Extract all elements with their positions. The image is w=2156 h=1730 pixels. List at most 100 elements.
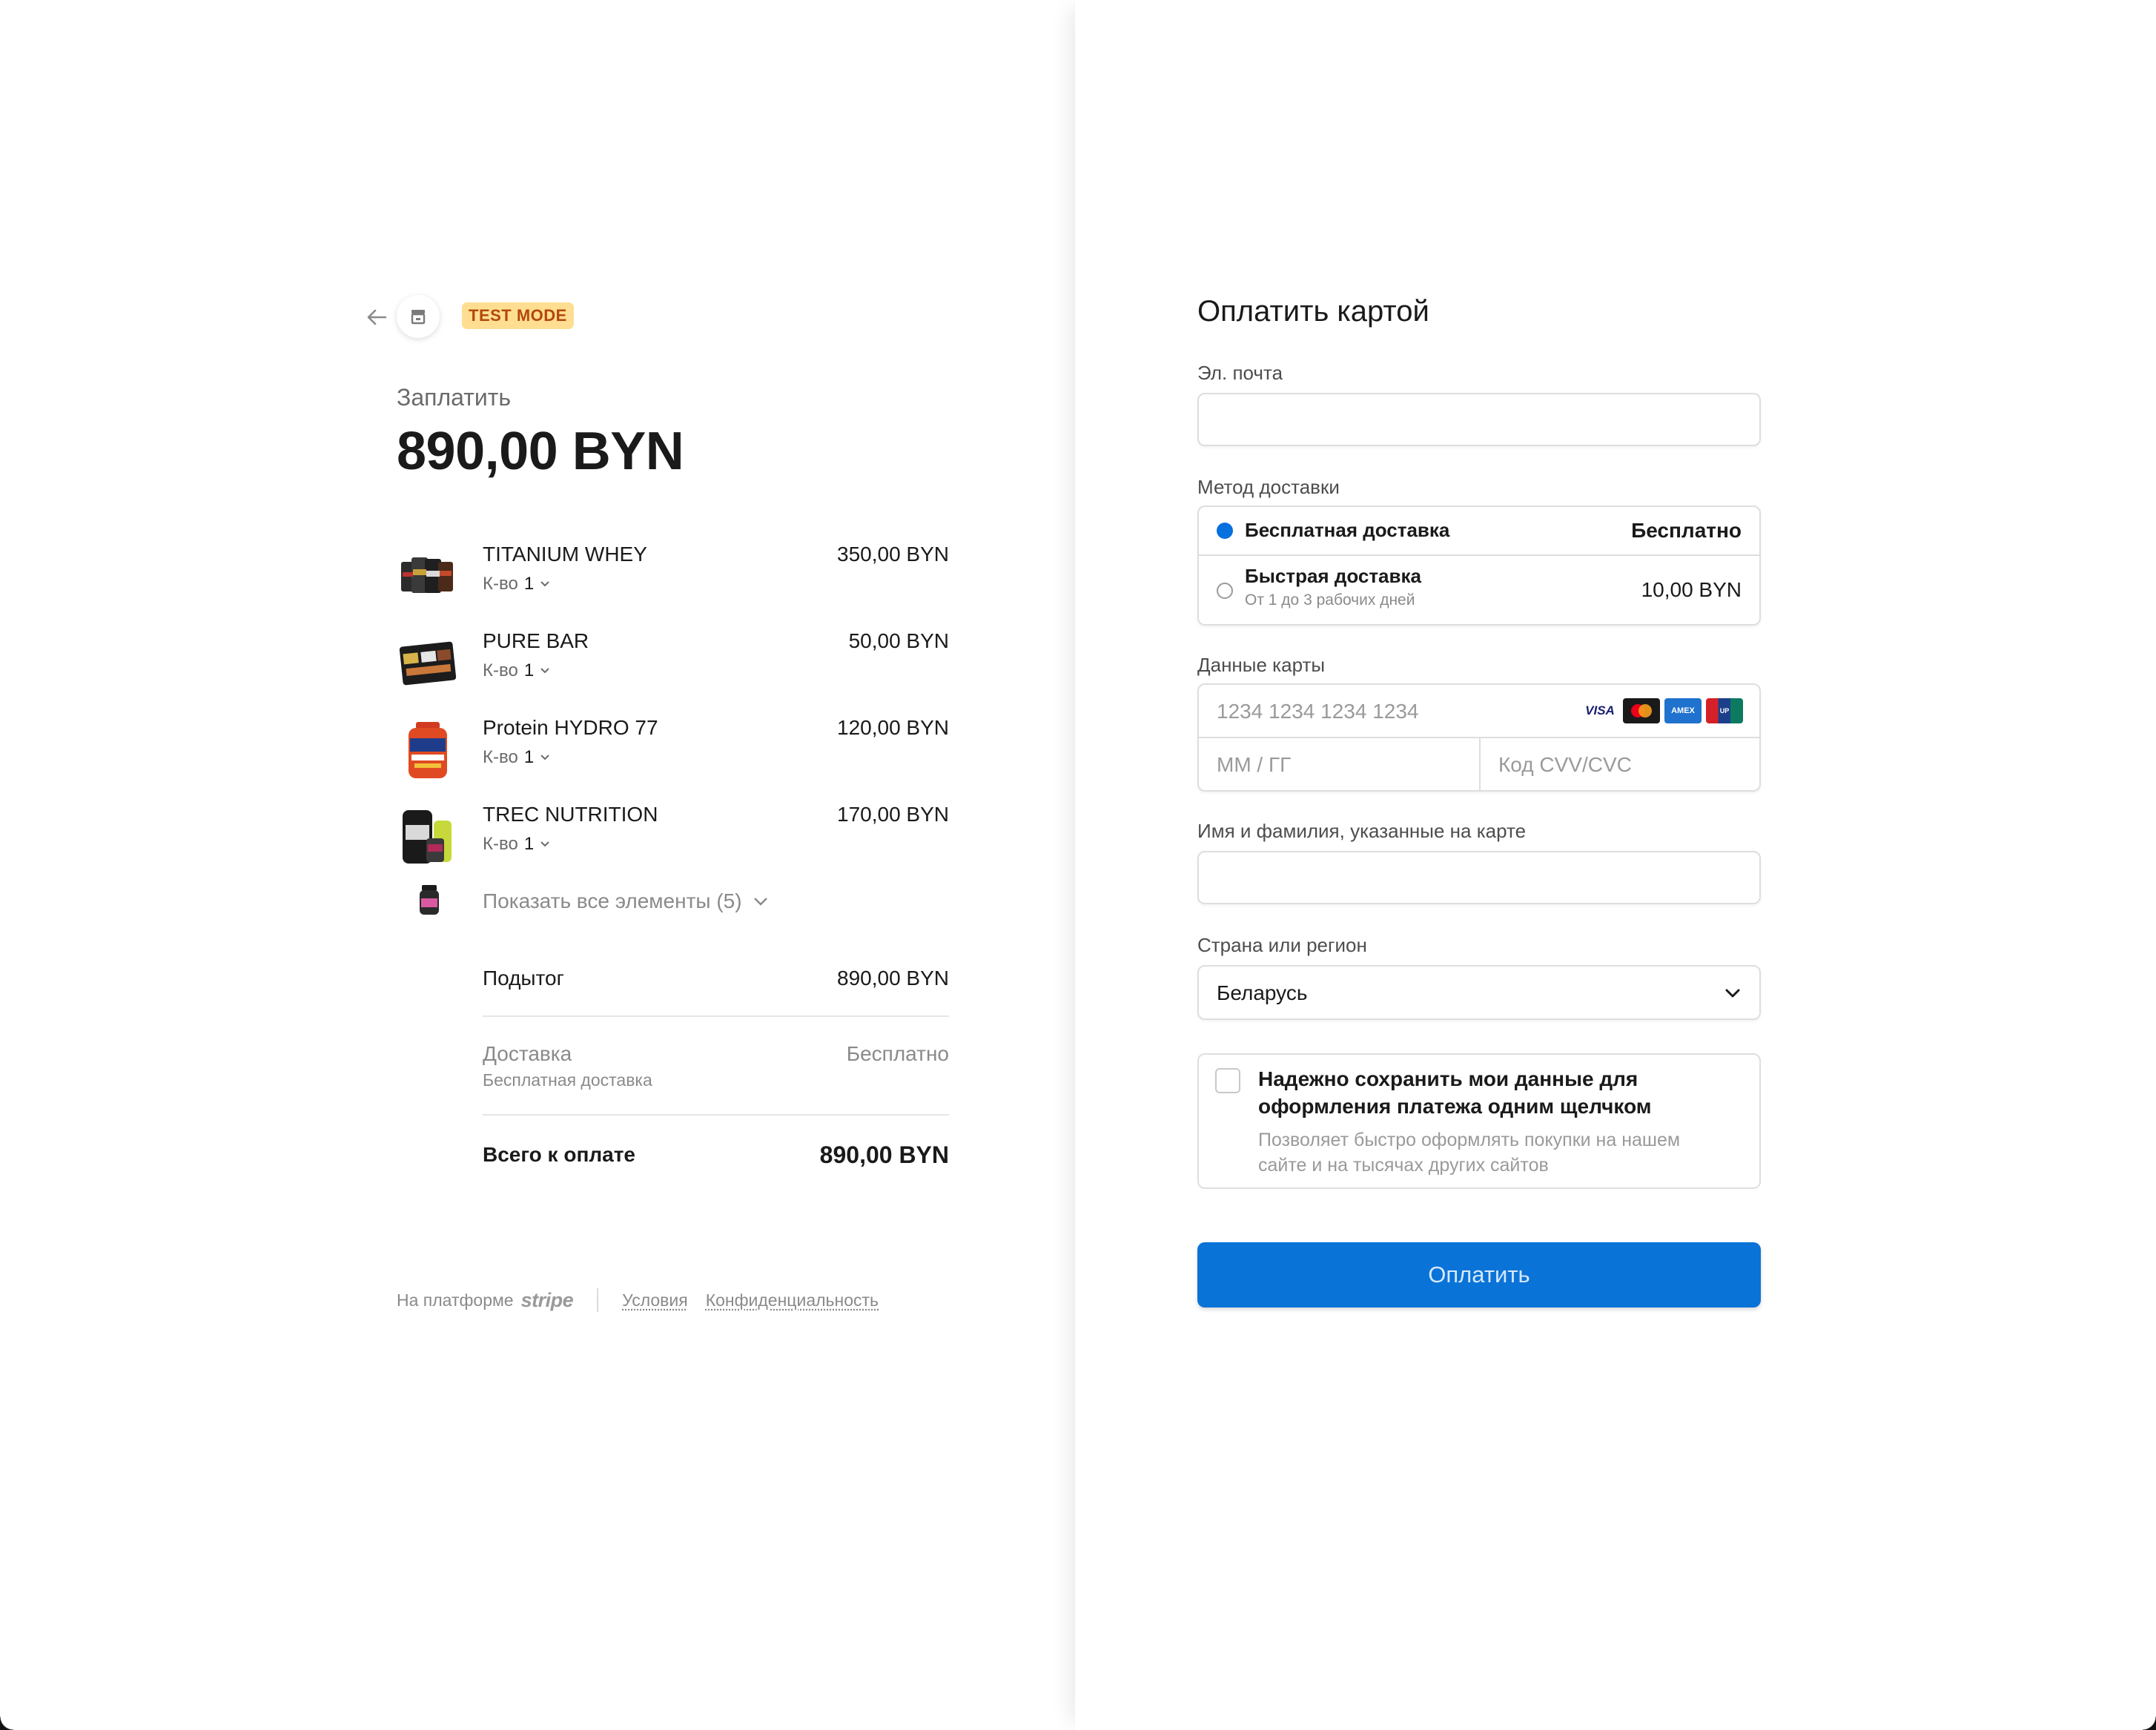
visa-icon: VISA bbox=[1581, 698, 1618, 723]
expiry-placeholder: ММ / ГГ bbox=[1217, 753, 1292, 776]
footer-separator bbox=[597, 1288, 599, 1312]
shipping-option-express[interactable]: Быстрая доставка От 1 до 3 рабочих дней … bbox=[1199, 556, 1759, 624]
window-corner bbox=[0, 1717, 13, 1730]
shipping-option-title: Бесплатная доставка bbox=[1245, 519, 1450, 541]
card-details-group: 1234 1234 1234 1234 VISA AMEX UP ММ / ГГ… bbox=[1197, 683, 1761, 792]
unionpay-icon: UP bbox=[1706, 698, 1743, 723]
divider bbox=[483, 1114, 949, 1116]
item-name: TREC NUTRITION bbox=[483, 803, 658, 826]
quantity-selector[interactable]: К-во 1 bbox=[483, 747, 550, 768]
qty-label: К-во bbox=[483, 660, 518, 680]
privacy-link[interactable]: Конфиденциальность bbox=[706, 1290, 879, 1310]
pay-label: Заплатить bbox=[397, 384, 512, 411]
card-brands: VISA AMEX UP bbox=[1581, 698, 1743, 723]
chevron-down-icon bbox=[540, 841, 549, 847]
card-number-field[interactable]: 1234 1234 1234 1234 VISA AMEX UP bbox=[1199, 685, 1759, 738]
back-button[interactable] bbox=[362, 302, 391, 332]
total-value: 890,00 BYN bbox=[819, 1141, 949, 1168]
qty-label: К-во bbox=[483, 574, 518, 594]
show-all-button[interactable]: Показать все элементы (5) bbox=[483, 889, 769, 913]
pay-amount: 890,00 BYN bbox=[397, 422, 684, 481]
item-name: TITANIUM WHEY bbox=[483, 543, 647, 566]
chevron-down-icon bbox=[540, 581, 549, 587]
country-value: Беларусь bbox=[1217, 981, 1308, 1004]
qty-value: 1 bbox=[523, 574, 535, 594]
item-price: 120,00 BYN bbox=[837, 716, 949, 739]
save-info-box: Надежно сохранить мои данные для оформле… bbox=[1197, 1053, 1761, 1189]
product-image-titanium-whey bbox=[401, 557, 453, 593]
cvc-placeholder: Код CVV/CVC bbox=[1498, 753, 1632, 776]
chevron-down-icon bbox=[540, 668, 549, 674]
cardholder-name-label: Имя и фамилия, указанные на карте bbox=[1197, 820, 1527, 842]
subtotal-value: 890,00 BYN bbox=[837, 967, 949, 990]
footer: На платформе stripe Условия Конфиденциал… bbox=[397, 1288, 896, 1312]
save-info-checkbox[interactable] bbox=[1215, 1068, 1240, 1093]
show-all-items: Показать все элементы (5) bbox=[397, 882, 949, 919]
shipping-option-price: Бесплатно bbox=[1631, 519, 1742, 542]
shipping-method-label: Метод доставки bbox=[1197, 476, 1340, 498]
stripe-logo[interactable]: stripe bbox=[521, 1289, 574, 1312]
shipping-option-title: Быстрая доставка bbox=[1245, 565, 1421, 587]
card-expiry-field[interactable]: ММ / ГГ bbox=[1199, 738, 1481, 790]
email-field[interactable] bbox=[1197, 393, 1761, 446]
powered-by-label: На платформе bbox=[397, 1290, 514, 1310]
radio-selected[interactable] bbox=[1217, 523, 1233, 539]
total-label: Всего к оплате bbox=[483, 1143, 635, 1166]
show-all-label: Показать все элементы (5) bbox=[483, 889, 742, 912]
shipping-method-group: Бесплатная доставка Бесплатно Быстрая до… bbox=[1197, 506, 1761, 626]
test-mode-badge: TEST MODE bbox=[462, 302, 574, 329]
window-corner bbox=[2143, 1717, 2156, 1730]
shipping-method-name: Бесплатная доставка bbox=[483, 1070, 652, 1090]
qty-value: 1 bbox=[523, 747, 535, 767]
quantity-selector[interactable]: К-во 1 bbox=[483, 834, 550, 855]
shipping-option-price: 10,00 BYN bbox=[1641, 578, 1742, 601]
qty-label: К-во bbox=[483, 747, 518, 767]
list-item: Protein HYDRO 77 120,00 BYN К-во 1 bbox=[397, 716, 949, 790]
item-name: PURE BAR bbox=[483, 629, 589, 652]
shipping-option-free[interactable]: Бесплатная доставка Бесплатно bbox=[1199, 507, 1759, 556]
list-item: TITANIUM WHEY 350,00 BYN К-во 1 bbox=[397, 543, 949, 617]
product-image-jar bbox=[420, 885, 439, 915]
item-name: Protein HYDRO 77 bbox=[483, 716, 658, 739]
quantity-selector[interactable]: К-во 1 bbox=[483, 574, 550, 594]
mastercard-icon bbox=[1623, 698, 1660, 723]
card-cvc-field[interactable]: Код CVV/CVC bbox=[1481, 738, 1759, 790]
product-image-pure-bar bbox=[399, 641, 457, 686]
order-summary-pane: TEST MODE Заплатить 890,00 BYN TITANIUM … bbox=[0, 0, 1075, 1730]
list-item: PURE BAR 50,00 BYN К-во 1 bbox=[397, 629, 949, 703]
store-icon bbox=[411, 310, 426, 325]
subtotal-label: Подытог bbox=[483, 967, 564, 990]
shipping-label: Доставка bbox=[483, 1042, 572, 1065]
chevron-down-icon bbox=[1725, 989, 1740, 998]
shipping-option-subtitle: От 1 до 3 рабочих дней bbox=[1245, 591, 1415, 609]
country-select[interactable]: Беларусь bbox=[1197, 965, 1761, 1020]
radio-unselected[interactable] bbox=[1217, 583, 1233, 599]
divider bbox=[483, 1015, 949, 1017]
card-number-placeholder: 1234 1234 1234 1234 bbox=[1217, 700, 1419, 723]
save-info-title: Надежно сохранить мои данные для оформле… bbox=[1258, 1067, 1652, 1118]
chevron-down-icon bbox=[540, 755, 549, 760]
arrow-left-icon bbox=[367, 309, 387, 325]
chevron-down-icon bbox=[753, 898, 767, 906]
email-label: Эл. почта bbox=[1197, 362, 1283, 384]
product-image-trec-nutrition bbox=[403, 810, 452, 864]
pay-button[interactable]: Оплатить bbox=[1197, 1242, 1761, 1308]
item-price: 350,00 BYN bbox=[837, 543, 949, 566]
save-info-description: Позволяет быстро оформлять покупки на на… bbox=[1258, 1130, 1681, 1176]
qty-label: К-во bbox=[483, 834, 518, 854]
shipping-value: Бесплатно bbox=[846, 1042, 949, 1065]
card-label: Данные карты bbox=[1197, 654, 1326, 676]
qty-value: 1 bbox=[523, 834, 535, 854]
item-price: 170,00 BYN bbox=[837, 803, 949, 826]
quantity-selector[interactable]: К-во 1 bbox=[483, 660, 550, 681]
amex-icon: AMEX bbox=[1664, 698, 1702, 723]
store-button[interactable] bbox=[397, 295, 440, 338]
product-image-protein-hydro bbox=[409, 722, 447, 778]
list-item: TREC NUTRITION 170,00 BYN К-во 1 bbox=[397, 803, 949, 877]
terms-link[interactable]: Условия bbox=[622, 1290, 688, 1310]
item-price: 50,00 BYN bbox=[848, 629, 949, 652]
qty-value: 1 bbox=[523, 660, 535, 680]
country-label: Страна или регион bbox=[1197, 934, 1367, 956]
form-title: Оплатить картой bbox=[1197, 295, 1429, 328]
cardholder-name-field[interactable] bbox=[1197, 851, 1761, 904]
